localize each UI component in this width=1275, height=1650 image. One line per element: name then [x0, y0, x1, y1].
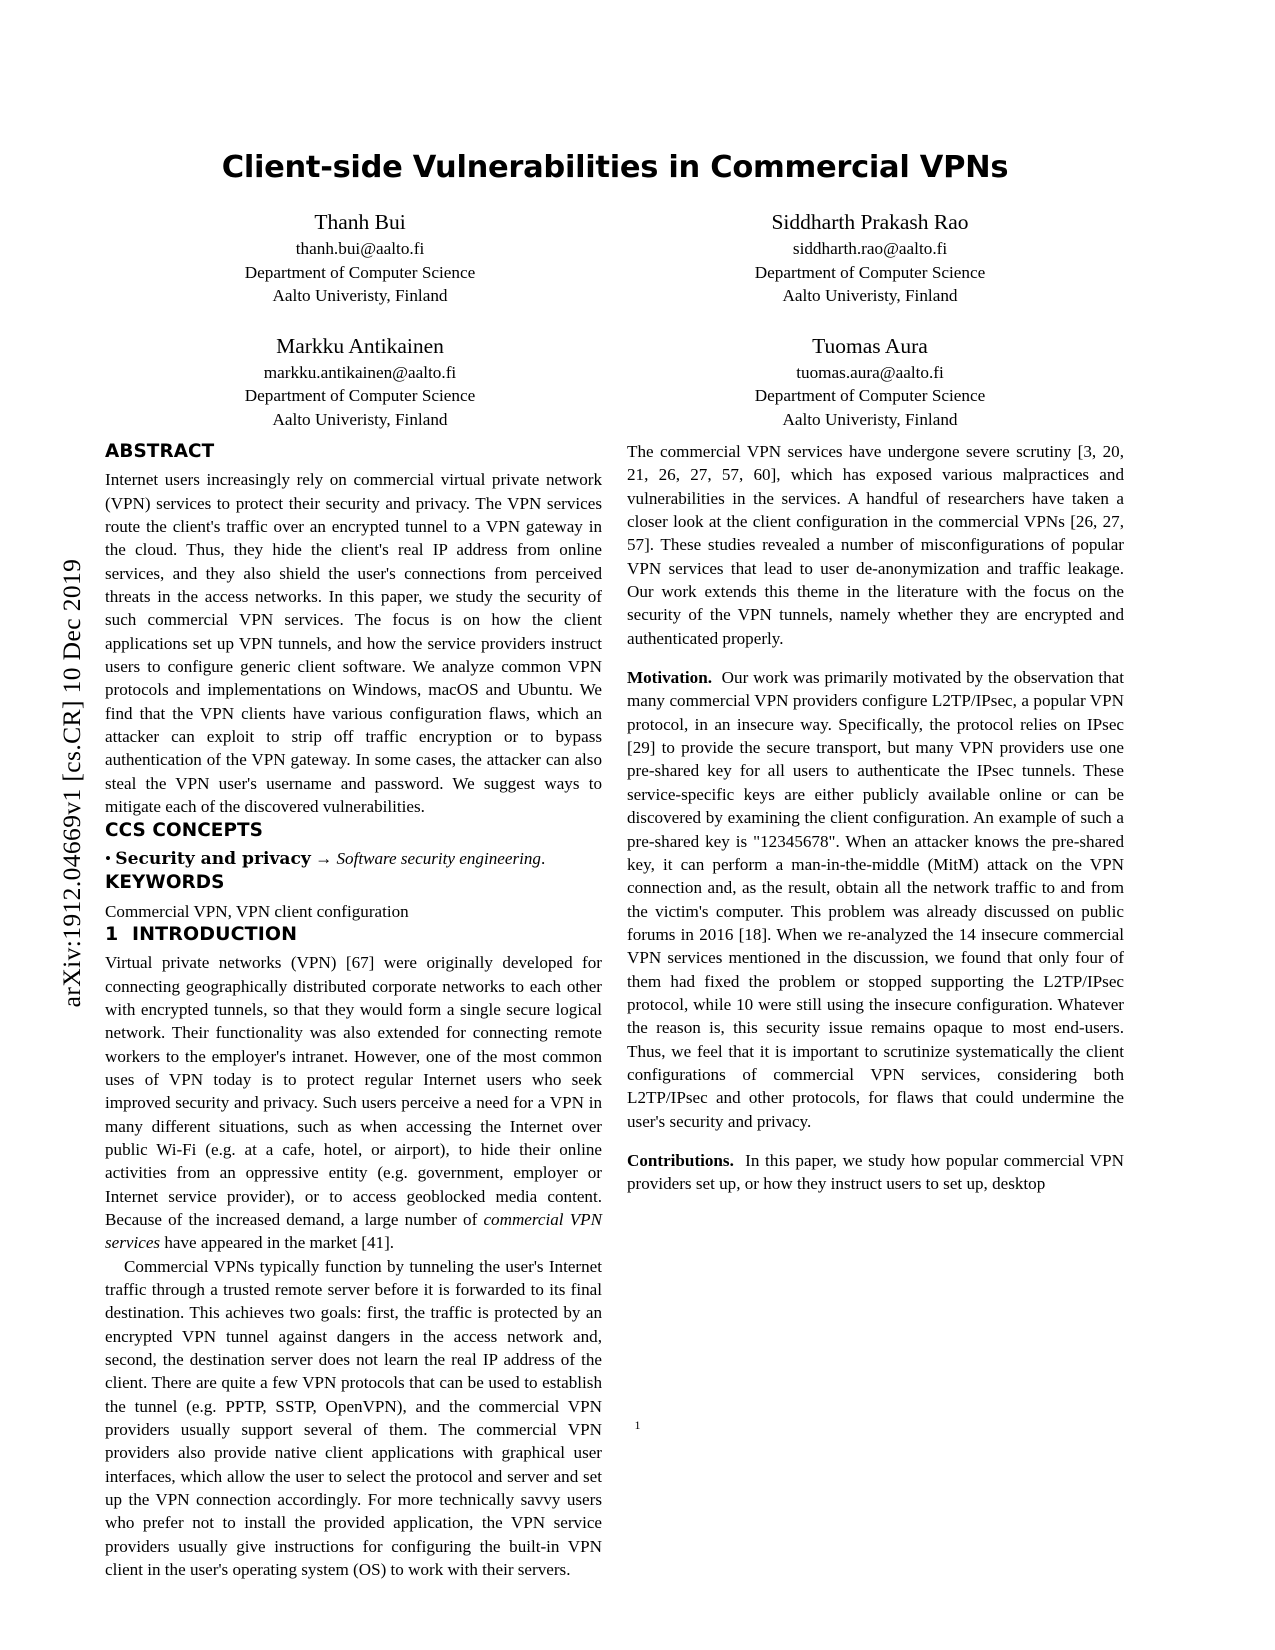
keywords-text: Commercial VPN, VPN client configuration	[105, 901, 409, 921]
author-email: tuomas.aura@aalto.fi	[796, 362, 944, 382]
ccs-bullet: •	[105, 848, 111, 868]
author-name: Markku Antikainen	[276, 333, 444, 358]
abstract-heading: ABSTRACT	[105, 441, 215, 462]
author-block: Thanh Bui thanh.bui@aalto.fi Department …	[105, 208, 615, 308]
motivation-text: Our work was primarily motivated by the …	[627, 668, 1124, 1131]
section-number: 1	[105, 922, 119, 945]
abstract-text: Internet users increasingly rely on comm…	[105, 470, 602, 817]
right-column: The commercial VPN services have undergo…	[627, 440, 1124, 1196]
author-department: Department of Computer Science	[754, 262, 986, 282]
author-name: Siddharth Prakash Rao	[771, 210, 969, 234]
author-affiliation: Aalto Univeristy, Finland	[272, 286, 448, 305]
page-title: Client-side Vulnerabilities in Commercia…	[221, 150, 1009, 185]
keywords-heading: KEYWORDS	[105, 872, 225, 894]
author-block: Markku Antikainen markku.antikainen@aalt…	[105, 332, 615, 432]
author-block: Siddharth Prakash Rao siddharth.rao@aalt…	[615, 208, 1125, 308]
author-department: Department of Computer Science	[244, 386, 476, 405]
author-list: Thanh Bui thanh.bui@aalto.fi Department …	[105, 208, 1125, 455]
author-name: Thanh Bui	[314, 210, 406, 234]
section-title: INTRODUCTION	[132, 922, 298, 945]
ccs-bold-part: Security and privacy	[115, 848, 311, 869]
ccs-concepts-heading: CCS CONCEPTS	[105, 819, 264, 841]
intro-paragraph-3: The commercial VPN services have undergo…	[627, 442, 1124, 648]
intro-p1-tail: have appeared in the market [41].	[160, 1233, 395, 1253]
motivation-paragraph: Motivation. Our work was primarily motiv…	[627, 666, 1124, 1133]
author-email: siddharth.rao@aalto.fi	[792, 239, 948, 258]
arxiv-identifier-stamp: arXiv:1912.04669v1 [cs.CR] 10 Dec 2019	[57, 558, 86, 1008]
author-department: Department of Computer Science	[754, 386, 986, 405]
page-number: 1	[634, 1418, 641, 1432]
ccs-concepts-line: • Security and privacy → Software securi…	[105, 847, 602, 871]
author-name: Tuomas Aura	[812, 333, 928, 358]
ccs-arrow-icon: →	[315, 848, 333, 868]
ccs-period: .	[540, 848, 546, 868]
intro-paragraph-1: Virtual private networks (VPN) [67] were…	[105, 951, 602, 1254]
ccs-italic-part: Software security engineering	[336, 848, 541, 868]
motivation-lead: Motivation.	[627, 668, 712, 688]
left-column: ABSTRACT Internet users increasingly rel…	[105, 440, 602, 1582]
author-department: Department of Computer Science	[244, 262, 476, 282]
author-email: thanh.bui@aalto.fi	[295, 239, 425, 258]
author-affiliation: Aalto Univeristy, Finland	[782, 286, 958, 305]
author-email: markku.antikainen@aalto.fi	[263, 362, 457, 382]
intro-p1-head: Virtual private networks (VPN) [67] were…	[105, 953, 602, 1229]
contributions-lead: Contributions.	[627, 1150, 734, 1170]
author-affiliation: Aalto Univeristy, Finland	[782, 409, 958, 429]
author-affiliation: Aalto Univeristy, Finland	[272, 409, 448, 429]
author-block: Tuomas Aura tuomas.aura@aalto.fi Departm…	[615, 332, 1125, 432]
contributions-paragraph: Contributions. In this paper, we study h…	[627, 1149, 1124, 1196]
introduction-heading: 1 INTRODUCTION	[105, 923, 602, 946]
paper-page: arXiv:1912.04669v1 [cs.CR] 10 Dec 2019 C…	[0, 0, 1275, 1650]
